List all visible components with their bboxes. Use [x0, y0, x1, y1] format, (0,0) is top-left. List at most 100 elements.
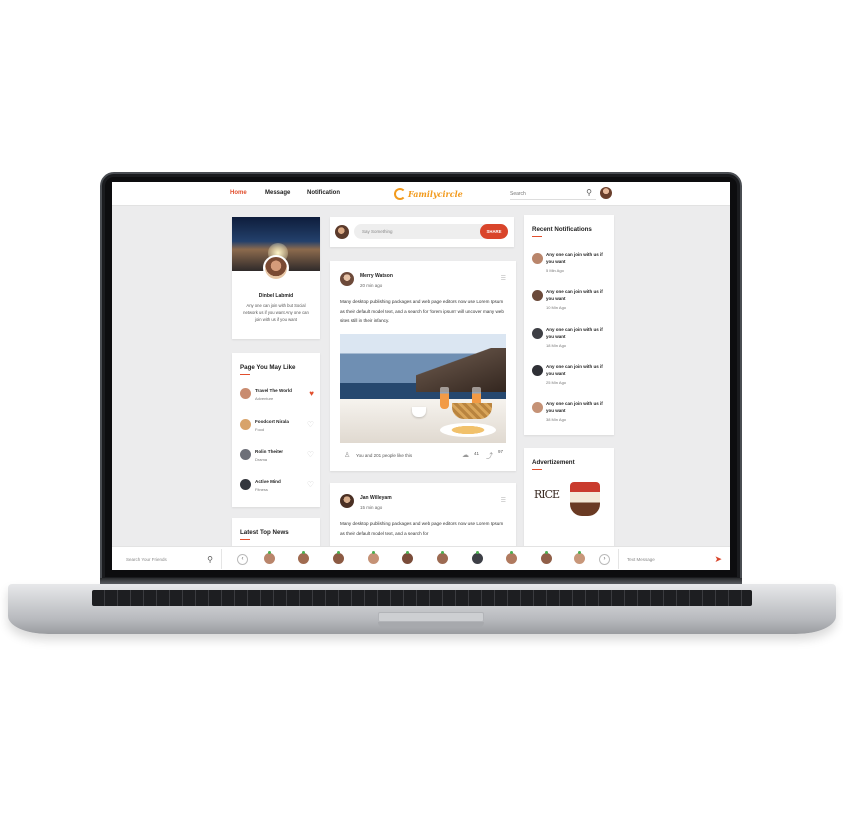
notification-item[interactable]: Any one can join with us if you want 38 … [532, 400, 612, 430]
message-placeholder: Text Message [627, 557, 655, 562]
online-indicator [302, 551, 305, 554]
ad-dessert-image [570, 482, 600, 516]
friend-avatar[interactable] [264, 551, 275, 564]
status-placeholder: Say Something [362, 229, 393, 234]
friend-avatar[interactable] [402, 551, 413, 564]
post-text: Many desktop publishing packages and web… [340, 299, 504, 323]
app-logo[interactable]: Familycircle [394, 186, 463, 202]
notification-text: Any one can join with us if you want [546, 327, 603, 339]
post-footer: ♙ You and 201 people like this ☁ 41 ⤴ 97 [340, 449, 506, 461]
page-name[interactable]: Travel The World [255, 388, 292, 393]
heart-icon[interactable]: ♡ [307, 480, 314, 489]
page-avatar [240, 449, 251, 460]
post-author-avatar[interactable] [340, 272, 354, 286]
composer-avatar [335, 225, 349, 239]
page-category: Drama [255, 457, 268, 462]
notifications-title: Recent Notifications [532, 226, 592, 233]
page-name[interactable]: Active Mind [255, 479, 281, 484]
status-input[interactable]: Say Something SHARE [354, 224, 508, 239]
notification-time: 18 Min Ago [546, 343, 567, 348]
page-item[interactable]: Active Mind Fitness ♡ [240, 479, 314, 497]
post-time: 20 min ago [360, 283, 383, 288]
online-indicator [268, 551, 271, 554]
likes-text: You and 201 people like this [356, 453, 413, 458]
share-button[interactable]: SHARE [480, 224, 508, 239]
image-cliff [416, 348, 506, 392]
notification-time: 5 Min Ago [546, 268, 564, 273]
page-avatar [240, 388, 251, 399]
notifications-card: Recent Notifications Any one can join wi… [524, 215, 614, 435]
page-name[interactable]: Foodcort Nirala [255, 419, 289, 424]
message-input[interactable]: Text Message ➤ [618, 549, 730, 569]
logo-text: Familycircle [408, 189, 463, 199]
top-search-input[interactable]: Search ⚲ [510, 188, 596, 200]
friend-search-input[interactable]: Search Your Friends ⚲ [118, 549, 222, 569]
friend-avatar[interactable] [541, 551, 552, 564]
chevron-left-icon[interactable]: ‹ [237, 554, 248, 565]
nav-message[interactable]: Message [265, 190, 290, 196]
friend-avatar[interactable] [506, 551, 517, 564]
post-composer: Say Something SHARE [330, 217, 514, 247]
online-indicator [578, 551, 581, 554]
page-category: Adventure [255, 396, 274, 401]
page-avatar [240, 419, 251, 430]
friend-avatar[interactable] [437, 551, 448, 564]
news-card-title: Latest Top News [240, 529, 289, 536]
friend-avatar[interactable] [333, 551, 344, 564]
post-author-name[interactable]: Merry Watson [360, 273, 393, 279]
laptop-keyboard [92, 590, 752, 606]
notification-text: Any one can join with us if you want [546, 401, 603, 413]
online-indicator [510, 551, 513, 554]
laptop-notch [378, 622, 484, 628]
post-image[interactable] [340, 334, 506, 443]
menu-icon[interactable]: ☰ [501, 275, 506, 282]
search-icon[interactable]: ⚲ [207, 555, 213, 564]
chevron-right-icon[interactable]: › [599, 554, 610, 565]
notification-time: 38 Min Ago [546, 417, 567, 422]
online-indicator [476, 551, 479, 554]
post-card: Merry Watson 20 min ago ☰ Many desktop p… [330, 261, 516, 471]
heart-icon[interactable]: ♡ [307, 420, 314, 429]
page-item[interactable]: Rolin Theiter Drama ♡ [240, 449, 314, 467]
page-name[interactable]: Rolin Theiter [255, 449, 283, 454]
user-avatar[interactable] [600, 187, 612, 199]
nav-notification[interactable]: Notification [307, 190, 387, 220]
post-author-name[interactable]: Jan Willeyam [360, 495, 392, 501]
heart-icon[interactable]: ♡ [307, 450, 314, 459]
friend-avatar[interactable] [472, 551, 483, 564]
notification-item[interactable]: Any one can join with us if you want 25 … [532, 363, 612, 393]
comment-icon[interactable]: ☁ [462, 451, 469, 459]
laptop-mockup: Home Message Notification Familycircle S… [0, 0, 843, 815]
post-text: Many desktop publishing packages and web… [340, 521, 504, 536]
post-author-avatar[interactable] [340, 494, 354, 508]
notification-item[interactable]: Any one can join with us if you want 10 … [532, 288, 612, 318]
search-icon[interactable]: ⚲ [586, 188, 592, 197]
pages-card: Page You May Like Travel The World Adven… [232, 353, 320, 507]
notification-avatar [532, 365, 543, 376]
notification-item[interactable]: Any one can join with us if you want 5 M… [532, 251, 612, 281]
logo-mark-icon [394, 188, 406, 200]
notification-avatar [532, 290, 543, 301]
friend-avatar[interactable] [368, 551, 379, 564]
menu-icon[interactable]: ☰ [501, 497, 506, 504]
notification-item[interactable]: Any one can join with us if you want 18 … [532, 326, 612, 356]
profile-name[interactable]: Dinbel Labmid [232, 293, 320, 299]
friend-avatar[interactable] [574, 551, 585, 564]
page-item[interactable]: Foodcort Nirala Food ♡ [240, 419, 314, 437]
nav-home[interactable]: Home [230, 190, 247, 196]
page-item[interactable]: Travel The World Adventure ♥ [240, 388, 314, 406]
share-icon[interactable]: ⤴ [486, 451, 493, 461]
profile-avatar[interactable] [263, 255, 289, 281]
send-icon[interactable]: ➤ [714, 554, 722, 565]
advertisement-title: Advertizement [532, 459, 575, 466]
app-screen: Home Message Notification Familycircle S… [112, 182, 730, 570]
advertisement-image[interactable]: RICE [532, 472, 608, 542]
friend-avatar[interactable] [298, 551, 309, 564]
heart-icon[interactable]: ♥ [309, 389, 314, 398]
online-indicator [441, 551, 444, 554]
notification-time: 25 Min Ago [546, 380, 567, 385]
online-indicator [337, 551, 340, 554]
notification-text: Any one can join with us if you want [546, 289, 603, 301]
like-icon[interactable]: ♙ [344, 451, 350, 459]
title-underline [240, 374, 250, 375]
